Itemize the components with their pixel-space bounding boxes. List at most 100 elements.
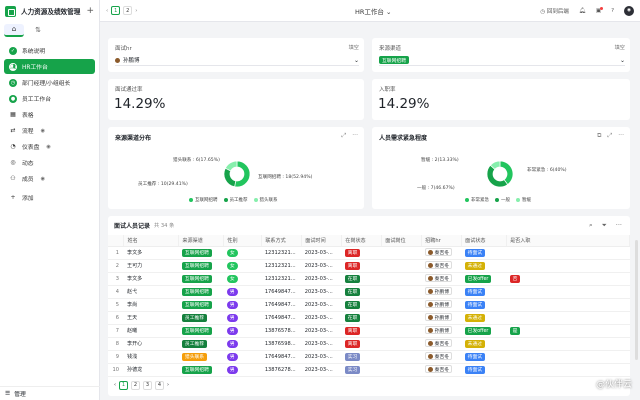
page-1[interactable]: 1 — [119, 380, 128, 390]
avatar[interactable]: ◉ — [624, 5, 634, 16]
prev-icon[interactable]: ‹ — [114, 382, 116, 388]
cell-status: 在职 — [341, 311, 382, 325]
column-header[interactable]: 在岗状态 — [341, 235, 383, 247]
sidebar-item-9[interactable]: + 添加 — [4, 190, 95, 205]
legend-label: 员工推荐 — [229, 198, 248, 203]
sidebar-footer[interactable]: ☰ 管理 — [0, 386, 100, 400]
table-row[interactable]: 4 赵弋 互联网招聘 男 17649847... 2023-03-... 在职 孙鹏博 待面试 — [108, 285, 630, 299]
notifications-icon[interactable]: ▣ — [596, 6, 604, 14]
cell-hired — [506, 311, 630, 325]
sidebar-item-6[interactable]: ◔ 仪表盘 ◉ — [4, 139, 95, 154]
column-header[interactable]: 性别 — [223, 235, 263, 247]
sidebar-item-1[interactable]: 👥︎ HR工作台 — [4, 59, 95, 74]
plus-icon[interactable]: + — [86, 6, 94, 16]
cell-name: 王可力 — [123, 259, 179, 273]
cell-channel-tag: 互联网招聘 — [181, 300, 212, 309]
next-icon[interactable]: › — [135, 8, 137, 14]
home-tab[interactable]: ⌂ — [4, 23, 24, 37]
hr-name: 孙鹏博 — [434, 302, 450, 308]
sidebar-item-4[interactable]: ▦ 表格 — [4, 107, 95, 122]
avatar — [427, 366, 433, 372]
cell-channel: 员工推荐 — [178, 311, 224, 325]
cell-phone: 17649847... — [261, 311, 302, 325]
table-row[interactable]: 2 王可力 互联网招聘 女 12312321... 2023-03-... 离职 秦吉冬 未通过 — [108, 259, 630, 273]
cell-status-tag: 在职 — [344, 274, 361, 283]
legend-item: 员工推荐 — [223, 197, 248, 203]
table-row[interactable]: 10 孙德龙 互联网招聘 男 13876278... 2023-03-... 实习 秦吉冬 待面… — [108, 363, 630, 377]
legend-label: 暂缓 — [522, 198, 531, 203]
sidebar-item-0[interactable]: ✓ 系统说明 — [4, 43, 95, 58]
cell-hr: 秦吉冬 — [421, 363, 462, 377]
row-index: 5 — [108, 298, 124, 312]
table-row[interactable]: 5 李尚 互联网招聘 男 17649847... 2023-03-... 在职 孙鹏博 待面试 — [108, 298, 630, 312]
more-icon[interactable]: ··· — [616, 221, 622, 230]
cell-name: 钱浅 — [123, 350, 179, 364]
page-3[interactable]: 3 — [143, 380, 152, 390]
column-header[interactable]: 面试岗位 — [381, 235, 423, 247]
column-header[interactable]: 招聘hr — [421, 235, 463, 247]
legend-label: 猎头联系 — [259, 198, 278, 203]
cell-position — [381, 337, 422, 351]
cell-channel-tag: 互联网招聘 — [181, 326, 212, 335]
top-page-2[interactable]: 2 — [123, 6, 133, 15]
legend-label: 一般 — [501, 198, 510, 203]
cell-time: 2023-03-... — [301, 337, 342, 351]
column-header[interactable]: 姓名 — [123, 235, 180, 247]
sidebar-item-7[interactable]: ◎ 动态 — [4, 155, 95, 170]
row-index: 6 — [108, 311, 124, 325]
sidebar-item-label: 表格 — [22, 113, 34, 119]
flow-tab[interactable]: ⇅ — [28, 24, 48, 37]
table-row[interactable]: 8 李开心 员工推荐 男 13876598... 2023-03-... 离职 秦吉冬 未通过 — [108, 337, 630, 351]
pie-slice-员工推荐[interactable] — [223, 167, 237, 188]
cell-phone: 17649847... — [261, 298, 302, 312]
column-header[interactable]: 来源渠道 — [178, 235, 225, 247]
bell-icon[interactable]: 🔔︎ — [579, 8, 586, 14]
channel-filter-select[interactable]: 互联网招聘 ⌄ — [379, 55, 625, 66]
prev-icon[interactable]: ‹ — [106, 8, 108, 14]
pie-slice-猎头联系[interactable] — [224, 160, 238, 172]
cell-gender-tag: 男 — [226, 365, 238, 374]
cell-gender: 男 — [223, 298, 262, 312]
table-row[interactable]: 1 李文多 互联网招聘 女 12312321... 2023-03-... 离职 秦吉冬 待面试 — [108, 246, 630, 260]
sidebar-item-5[interactable]: ⇄ 流程 ◉ — [4, 123, 95, 138]
cell-hired — [506, 246, 630, 260]
next-icon[interactable]: › — [167, 382, 169, 388]
sidebar-item-3[interactable]: ● 员工工作台 — [4, 91, 95, 106]
back-button[interactable]: ◷ 回到后端 — [540, 7, 569, 15]
hr-filter-select[interactable]: 孙鹏博 ⌄ — [115, 55, 359, 66]
cell-interview-status-tag: 已发offer — [464, 326, 492, 335]
column-header[interactable]: 联系方式 — [261, 235, 303, 247]
cell-gender-tag: 女 — [226, 274, 238, 283]
cell-status: 离职 — [341, 246, 382, 260]
column-header[interactable]: 是否入职 — [506, 235, 630, 247]
activity-icon: ◎ — [10, 159, 16, 166]
filter-icon[interactable]: ⏷ — [602, 221, 607, 230]
manage-icon: ☰ — [5, 390, 11, 397]
workspace-title[interactable]: HR工作台 ⌄ — [355, 6, 391, 16]
page-2[interactable]: 2 — [131, 380, 140, 390]
search-icon[interactable]: ⌕ — [589, 221, 593, 230]
table-row[interactable]: 6 王天 员工推荐 男 17649847... 2023-03-... 在职 孙鹏博 未通过 — [108, 311, 630, 325]
cell-gender: 女 — [223, 246, 262, 260]
page-4[interactable]: 4 — [155, 380, 164, 390]
pie-label-left: 员工推荐 : 10(29.41%) — [138, 180, 188, 187]
sidebar-item-2[interactable]: ◷ 部门经理/小组组长 — [4, 75, 95, 90]
cell-gender: 男 — [223, 311, 262, 325]
column-header[interactable]: 面试状态 — [461, 235, 508, 247]
table-row[interactable]: 7 赵曦 互联网招聘 男 13876578... 2023-03-... 离职 孙鹏博 已发of… — [108, 324, 630, 338]
top-page-1[interactable]: 1 — [111, 6, 121, 15]
cell-hired — [506, 259, 630, 273]
scrollbar[interactable] — [635, 240, 638, 360]
table-row[interactable]: 9 钱浅 猎头联系 男 17649847... 2023-03-... 实习 秦吉冬 待面试 — [108, 350, 630, 364]
help-icon[interactable]: ? — [611, 8, 614, 14]
cell-phone: 13876278... — [261, 363, 302, 377]
avatar — [427, 301, 433, 307]
cell-time: 2023-03-... — [301, 259, 342, 273]
hr-tag: 孙鹏博 — [424, 300, 453, 309]
table-row[interactable]: 3 李文多 互联网招聘 女 12312321... 2023-03-... 在职 秦吉冬 已发o… — [108, 272, 630, 286]
column-header[interactable]: 面试时间 — [301, 235, 343, 247]
sidebar-item-8[interactable]: ⚇ 成员 ◉ — [4, 171, 95, 186]
sidebar-tabs: ⌂ ⇅ — [0, 22, 99, 38]
cell-name: 赵曦 — [123, 324, 179, 338]
row-index: 9 — [108, 350, 124, 364]
